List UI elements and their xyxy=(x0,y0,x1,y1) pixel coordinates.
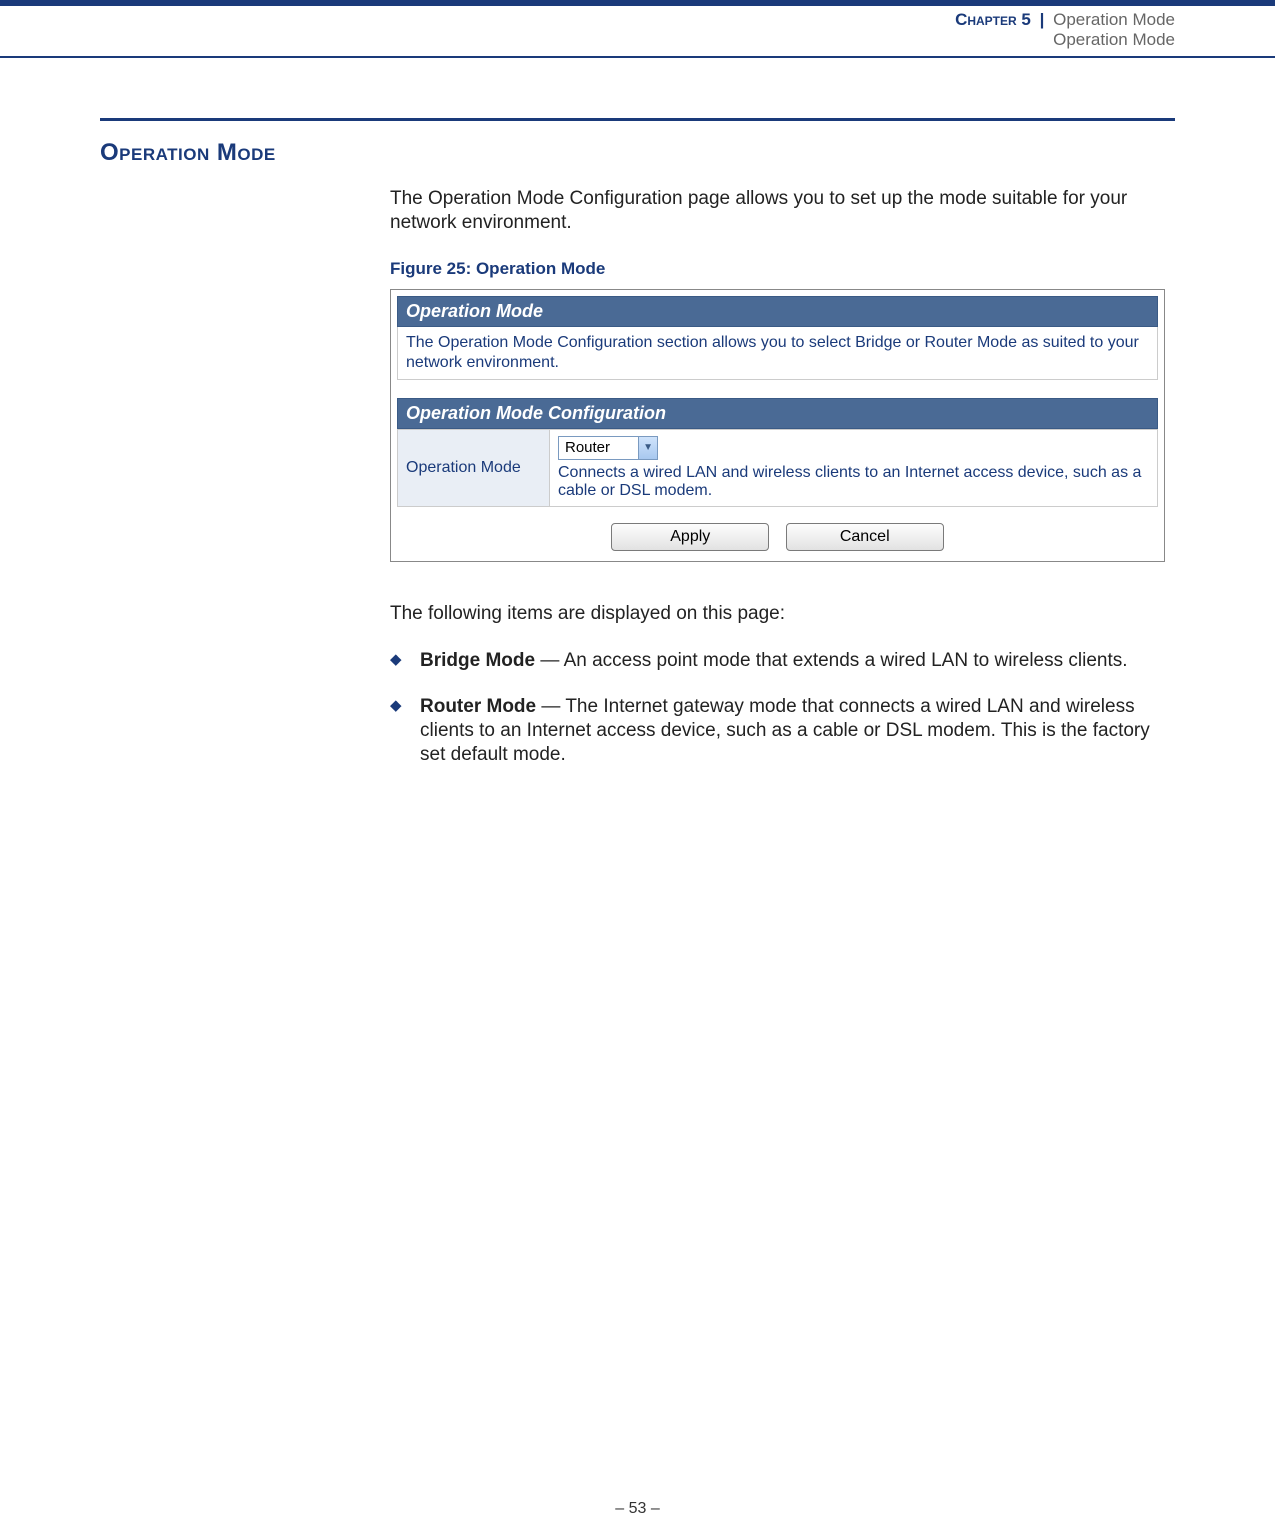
section-rule xyxy=(100,118,1175,121)
button-row: Apply Cancel xyxy=(397,507,1158,555)
operation-mode-select[interactable]: Router ▼ xyxy=(558,436,658,460)
items-intro: The following items are displayed on thi… xyxy=(390,602,1165,626)
section-title: Operation Mode xyxy=(100,139,1175,167)
chapter-title: Operation Mode xyxy=(1053,10,1175,29)
bullet-desc: An access point mode that extends a wire… xyxy=(564,650,1128,671)
bullet-list: Bridge Mode — An access point mode that … xyxy=(390,649,1165,766)
chapter-subtitle: Operation Mode xyxy=(0,30,1175,50)
panel-operation-mode-text: The Operation Mode Configuration section… xyxy=(397,327,1158,380)
list-item: Bridge Mode — An access point mode that … xyxy=(390,649,1165,673)
page-header: Chapter 5 | Operation Mode Operation Mod… xyxy=(0,6,1275,56)
panel-config-header: Operation Mode Configuration xyxy=(397,398,1158,429)
bullet-term: Router Mode xyxy=(420,696,536,717)
config-row-description: Connects a wired LAN and wireless client… xyxy=(558,464,1149,500)
header-separator: | xyxy=(1040,10,1045,29)
select-value: Router xyxy=(559,439,638,456)
chapter-label: Chapter 5 xyxy=(955,10,1031,29)
figure-caption: Figure 25: Operation Mode xyxy=(390,259,1165,279)
bullet-sep: — xyxy=(536,696,565,717)
figure-frame: Operation Mode The Operation Mode Config… xyxy=(390,289,1165,562)
list-item: Router Mode — The Internet gateway mode … xyxy=(390,695,1165,766)
apply-button[interactable]: Apply xyxy=(611,523,769,551)
config-table: Operation Mode Router ▼ Connects a wired… xyxy=(397,429,1158,507)
header-divider xyxy=(0,56,1275,58)
panel-operation-mode-header: Operation Mode xyxy=(397,296,1158,327)
chevron-down-icon: ▼ xyxy=(638,437,657,459)
intro-paragraph: The Operation Mode Configuration page al… xyxy=(390,187,1165,235)
config-row-value: Router ▼ Connects a wired LAN and wirele… xyxy=(550,429,1158,506)
bullet-sep: — xyxy=(535,650,564,671)
cancel-button[interactable]: Cancel xyxy=(786,523,944,551)
page-number: – 53 – xyxy=(0,1500,1275,1518)
config-row-label: Operation Mode xyxy=(398,429,550,506)
bullet-term: Bridge Mode xyxy=(420,650,535,671)
